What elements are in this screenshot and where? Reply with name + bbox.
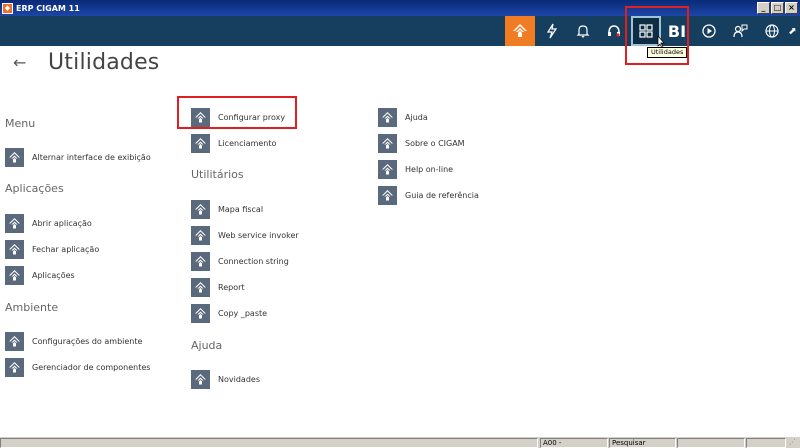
list-item[interactable]: Fechar aplicação (5, 239, 99, 259)
tooltip: Utilidades (647, 47, 688, 58)
section-heading-utilitarios: Utilitários (191, 168, 244, 181)
cigam-item-icon (5, 265, 24, 285)
status-cell-empty (677, 438, 745, 448)
app-icon: ◆ (2, 2, 13, 14)
window-title: ERP CIGAM 11 (16, 3, 80, 13)
list-item[interactable]: Aplicações (5, 265, 75, 285)
cigam-item-icon (5, 357, 24, 377)
list-item[interactable]: Novidades (191, 369, 260, 389)
list-item[interactable]: Configurar proxy (191, 107, 285, 127)
list-item[interactable]: Help on-line (378, 159, 453, 179)
cigam-item-icon (378, 107, 397, 127)
cigam-item-icon (5, 147, 24, 167)
list-item[interactable]: Mapa fiscal (191, 199, 263, 219)
status-cell-empty (746, 438, 786, 448)
list-item[interactable]: Sobre o CIGAM (378, 133, 465, 153)
section-heading-ajuda: Ajuda (191, 339, 223, 352)
section-heading-menu: Menu (5, 117, 36, 130)
item-label: Report (218, 282, 245, 292)
list-item[interactable]: Abrir aplicação (5, 213, 92, 233)
lightning-icon[interactable] (537, 16, 567, 46)
item-label: Help on-line (405, 164, 454, 174)
status-bar: A00 - SUPERVISOR Pesquisar ⋰ (0, 436, 800, 448)
list-item[interactable]: Licenciamento (191, 133, 276, 153)
status-mode: Pesquisar (609, 438, 676, 448)
section-heading-ambiente: Ambiente (5, 301, 59, 314)
cigam-home-icon[interactable] (505, 16, 535, 46)
resize-grip-icon[interactable]: ⋰ (789, 438, 799, 447)
minimize-button[interactable]: _ (757, 2, 770, 14)
item-label: Abrir aplicação (32, 218, 92, 228)
item-label: Copy _paste (218, 308, 268, 318)
list-item[interactable]: Guia de referência (378, 185, 479, 205)
cigam-item-icon (378, 185, 397, 205)
maximize-button[interactable]: □ (771, 2, 784, 14)
section-heading-aplicacoes: Aplicações (5, 182, 64, 195)
list-item[interactable]: Configurações do ambiente (5, 331, 142, 351)
mouse-cursor-icon (657, 33, 665, 49)
cigam-item-icon (378, 159, 397, 179)
list-item[interactable]: Web service invoker (191, 225, 299, 245)
cigam-item-icon (191, 133, 210, 153)
user-chat-icon[interactable] (725, 16, 755, 46)
item-label: Connection string (218, 256, 289, 266)
list-item[interactable]: Report (191, 277, 245, 297)
item-label: Aplicações (32, 270, 75, 280)
list-item[interactable]: Copy _paste (191, 303, 267, 323)
item-label: Fechar aplicação (32, 244, 100, 254)
close-button[interactable]: × (785, 2, 798, 14)
cigam-item-icon (191, 369, 210, 389)
back-arrow-icon[interactable]: ← (13, 53, 26, 72)
cigam-item-icon (191, 199, 210, 219)
bell-icon[interactable] (568, 16, 598, 46)
cigam-item-icon (191, 303, 210, 323)
cigam-item-icon (191, 107, 210, 127)
cigam-item-icon (191, 251, 210, 271)
list-item[interactable]: Gerenciador de componentes (5, 357, 150, 377)
globe-icon[interactable] (757, 16, 787, 46)
cigam-item-icon (378, 133, 397, 153)
item-label: Sobre o CIGAM (405, 138, 465, 148)
status-cell-empty (0, 438, 538, 448)
item-label: Web service invoker (218, 230, 299, 240)
item-label: Guia de referência (405, 190, 479, 200)
item-label: Configurações do ambiente (32, 336, 143, 346)
status-user: A00 - SUPERVISOR (540, 438, 608, 448)
list-item[interactable]: Ajuda (378, 107, 428, 127)
cigam-item-icon (191, 225, 210, 245)
scroll-right-icon[interactable]: ⬈ (785, 16, 800, 46)
list-item[interactable]: Alternar interface de exibição (5, 147, 151, 167)
item-label: Configurar proxy (218, 112, 286, 122)
page-title: Utilidades (48, 50, 160, 75)
window-controls: _ □ × (757, 2, 798, 14)
cigam-item-icon (5, 331, 24, 351)
item-label: Novidades (218, 374, 260, 384)
cigam-item-icon (5, 239, 24, 259)
play-icon[interactable] (694, 16, 724, 46)
item-label: Ajuda (405, 112, 428, 122)
cigam-item-icon (5, 213, 24, 233)
list-item[interactable]: Connection string (191, 251, 289, 271)
item-label: Licenciamento (218, 138, 277, 148)
item-label: Gerenciador de componentes (32, 362, 151, 372)
cigam-item-icon (191, 277, 210, 297)
item-label: Alternar interface de exibição (32, 152, 151, 162)
item-label: Mapa fiscal (218, 204, 264, 214)
